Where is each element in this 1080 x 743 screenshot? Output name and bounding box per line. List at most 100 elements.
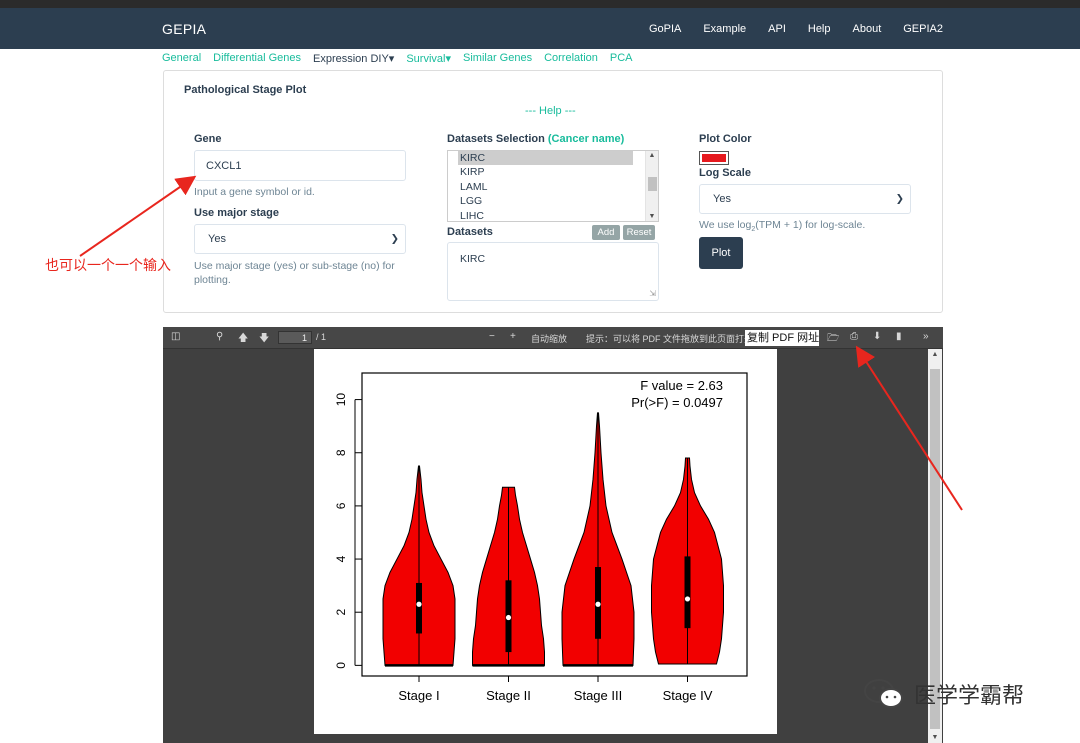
add-button[interactable]: Add [592, 225, 620, 240]
log-hint-prefix: We use log [699, 219, 752, 231]
color-swatch-fill [702, 154, 726, 162]
major-stage-label: Use major stage [194, 207, 279, 219]
gene-input[interactable]: CXCL1 [194, 150, 406, 181]
plot-color-label: Plot Color [699, 133, 752, 145]
plot-button[interactable]: Plot [699, 237, 743, 269]
zoom-out-icon[interactable]: − [489, 331, 495, 342]
scroll-up-icon[interactable]: ▲ [646, 152, 658, 159]
print-icon[interactable]: ⎙ [850, 331, 858, 342]
violin-median-point [505, 614, 512, 621]
y-tick-label: 0 [334, 662, 348, 669]
help-link[interactable]: --- Help --- [525, 105, 576, 117]
brand-logo[interactable]: GEPIA [162, 21, 206, 37]
bookmark-icon[interactable]: ▮ [896, 331, 902, 342]
log-scale-label: Log Scale [699, 167, 751, 179]
open-file-icon[interactable]: 🗁 [827, 331, 839, 348]
navbar: GEPIA GoPIA Example API Help About GEPIA… [0, 8, 1080, 49]
x-tick-label: Stage II [486, 688, 531, 703]
nav-link-help[interactable]: Help [808, 23, 831, 35]
tab-survival[interactable]: Survival▾ [406, 52, 451, 65]
nav-link-about[interactable]: About [853, 23, 882, 35]
wechat-icon [864, 679, 903, 708]
more-tools-icon[interactable]: » [923, 331, 929, 342]
watermark: 医学学霸帮 [862, 676, 1024, 712]
x-tick-label: Stage I [398, 688, 439, 703]
nav-link-api[interactable]: API [768, 23, 786, 35]
panel-title: Pathological Stage Plot [184, 84, 307, 96]
pdf-toolbar: ◫ ⚲ 🡅 🡇 1 / 1 − + 自动缩放 提示：可以将 PDF 文件拖放到此… [163, 327, 943, 349]
listbox-scrollbar[interactable]: ▲ ▼ [645, 151, 658, 221]
zoom-select[interactable]: 自动缩放 [531, 332, 567, 345]
datasets-listbox[interactable]: KIRC KIRP LAML LGG LIHC ▲ ▼ [447, 150, 659, 222]
nav-link-gepia2[interactable]: GEPIA2 [903, 23, 943, 35]
datasets-selection-label: Datasets Selection (Cancer name) [447, 133, 624, 145]
y-tick-label: 2 [334, 609, 348, 616]
tab-bar: General Differential Genes Expression DI… [162, 48, 645, 68]
pdf-viewer: ◫ ⚲ 🡅 🡇 1 / 1 − + 自动缩放 提示：可以将 PDF 文件拖放到此… [163, 327, 943, 743]
scroll-thumb[interactable] [930, 369, 940, 729]
dataset-option-kirp[interactable]: KIRP [448, 165, 633, 179]
nav-link-example[interactable]: Example [703, 23, 746, 35]
tab-pca[interactable]: PCA [610, 52, 633, 64]
major-stage-select[interactable]: Yes ❯ [194, 224, 406, 254]
tab-similar-genes[interactable]: Similar Genes [463, 52, 532, 64]
nav-link-gopia[interactable]: GoPIA [649, 23, 681, 35]
previous-page-icon[interactable]: 🡅 [238, 331, 248, 348]
log-scale-select[interactable]: Yes ❯ [699, 184, 911, 214]
scroll-down-icon[interactable]: ▼ [928, 734, 942, 741]
watermark-text: 医学学霸帮 [914, 684, 1025, 709]
reset-button[interactable]: Reset [623, 225, 655, 240]
scroll-down-icon[interactable]: ▼ [646, 213, 658, 220]
resize-handle-icon[interactable]: ⇲ [649, 289, 656, 298]
tab-differential-genes[interactable]: Differential Genes [213, 52, 301, 64]
scroll-up-icon[interactable]: ▲ [928, 351, 942, 358]
nav-links: GoPIA Example API Help About GEPIA2 [627, 23, 943, 35]
gene-label: Gene [194, 133, 222, 145]
scroll-thumb[interactable] [648, 177, 657, 191]
pdf-page: 0 2 4 6 8 10 Stage I Stage II Stage III Stage IV F… [314, 349, 777, 734]
tab-general[interactable]: General [162, 52, 201, 64]
download-icon[interactable]: ⬇ [873, 331, 881, 342]
sidebar-toggle-icon[interactable]: ◫ [171, 331, 180, 342]
log-hint-suffix: (TPM + 1) for log-scale. [755, 219, 866, 231]
search-icon[interactable]: ⚲ [216, 331, 223, 342]
datasets-selection-label-text: Datasets Selection [447, 133, 545, 145]
x-tick-label: Stage IV [663, 688, 713, 703]
x-tick-label: Stage III [574, 688, 622, 703]
dataset-option-kirc[interactable]: KIRC [458, 151, 633, 166]
next-page-icon[interactable]: 🡇 [259, 331, 269, 348]
violin-median-point [595, 601, 601, 607]
datasets-textarea[interactable]: KIRC ⇲ [447, 242, 659, 301]
gene-hint: Input a gene symbol or id. [194, 186, 315, 198]
datasets-label: Datasets [447, 226, 493, 238]
window-top-strip [0, 0, 1080, 8]
chevron-down-icon: ❯ [895, 193, 904, 205]
major-stage-value: Yes [208, 233, 226, 245]
y-tick-label: 8 [334, 449, 348, 456]
tab-expression-diy[interactable]: Expression DIY▾ [313, 52, 394, 65]
plot-color-picker[interactable] [699, 151, 729, 165]
chevron-down-icon: ❯ [390, 233, 399, 245]
f-value-annotation: F value = 2.63 [640, 378, 723, 393]
y-tick-label: 4 [334, 555, 348, 562]
major-stage-hint: Use major stage (yes) or sub-stage (no) … [194, 260, 395, 286]
violin-iqr-box [416, 582, 422, 634]
drop-tip: 提示：可以将 PDF 文件拖放到此页面打开 [586, 334, 754, 344]
tab-correlation[interactable]: Correlation [544, 52, 598, 64]
dataset-option-lihc[interactable]: LIHC [448, 209, 633, 221]
copy-pdf-url[interactable]: 复制 PDF 网址 [745, 330, 819, 346]
violin-median-point [416, 601, 422, 607]
cancer-name-note: (Cancer name) [547, 133, 625, 145]
gene-input-value: CXCL1 [206, 159, 242, 172]
page-number-input[interactable]: 1 [278, 331, 312, 344]
zoom-in-icon[interactable]: + [510, 331, 516, 342]
dataset-option-laml[interactable]: LAML [448, 180, 633, 194]
page-total: / 1 [316, 332, 327, 342]
log-scale-hint: We use log2(TPM + 1) for log-scale. [699, 218, 865, 237]
p-value-annotation: Pr(>F) = 0.0497 [631, 395, 723, 410]
datasets-textarea-value: KIRC [460, 253, 486, 265]
dataset-option-lgg[interactable]: LGG [448, 194, 633, 208]
stage-plot-panel: Pathological Stage Plot --- Help --- Gen… [163, 70, 943, 313]
violin-iqr-box [684, 556, 691, 629]
annotation-note: 也可以一个一个输入 [45, 258, 171, 274]
